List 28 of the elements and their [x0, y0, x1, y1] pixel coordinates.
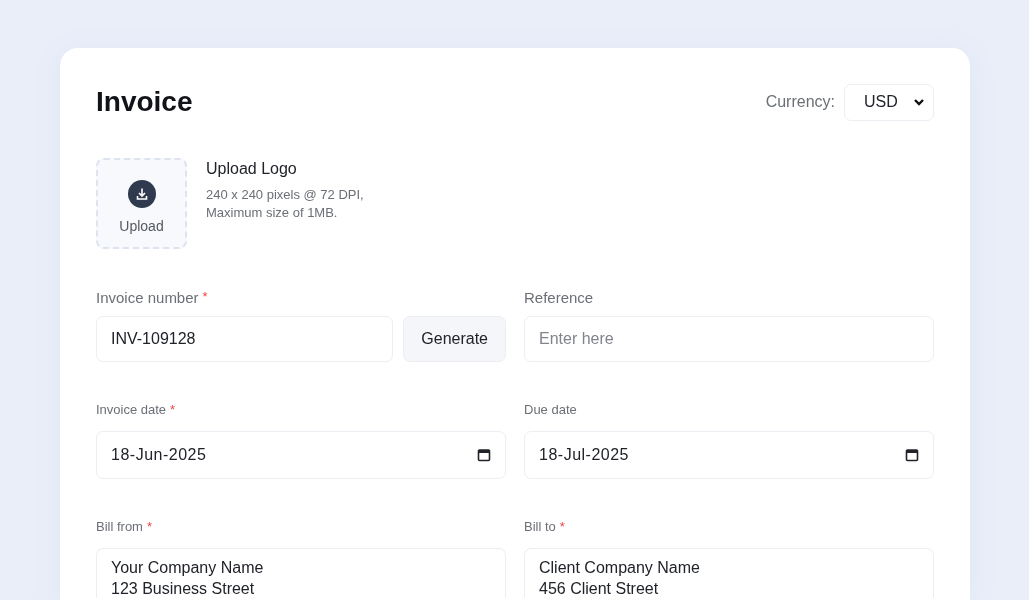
field-label: Invoice date [96, 402, 167, 417]
upload-hint: Maximum size of 1MB. [206, 204, 339, 222]
page-title: Invoice [96, 86, 193, 118]
address-field[interactable]: Your Company Name 123 Business Street [96, 548, 506, 598]
field-label: Bill to [524, 519, 556, 534]
field-label: Invoice number [96, 289, 199, 306]
address-field[interactable]: Client Company Name 456 Client Street [524, 548, 934, 598]
required-mark: * [559, 519, 565, 534]
date-field[interactable]: 18-Jun-2025 [96, 431, 506, 479]
chevron-icon [913, 98, 925, 106]
calendar-icon[interactable] [477, 448, 491, 462]
required-mark: * [202, 289, 208, 304]
calendar-icon[interactable] [905, 448, 919, 462]
field-label: Bill from [96, 519, 143, 534]
field-label: Due date [524, 402, 577, 417]
date-field[interactable]: 18-Jul-2025 [524, 431, 934, 479]
required-mark: * [170, 402, 176, 417]
generate-button[interactable]: Generate [403, 316, 506, 362]
field-label: Reference [524, 289, 594, 306]
upload-button[interactable]: Upload [96, 158, 187, 249]
currency-select[interactable]: USD [844, 83, 934, 121]
upload-title: Upload Logo [206, 160, 298, 178]
input-field[interactable]: INV-109128 [96, 316, 394, 362]
upload-hint: 240 x 240 pixels @ 72 DPI, [206, 186, 364, 204]
required-mark: * [146, 519, 152, 534]
currency-label: Currency: [765, 93, 835, 111]
download-icon [127, 179, 156, 208]
reference-field[interactable]: Enter here [524, 316, 934, 362]
